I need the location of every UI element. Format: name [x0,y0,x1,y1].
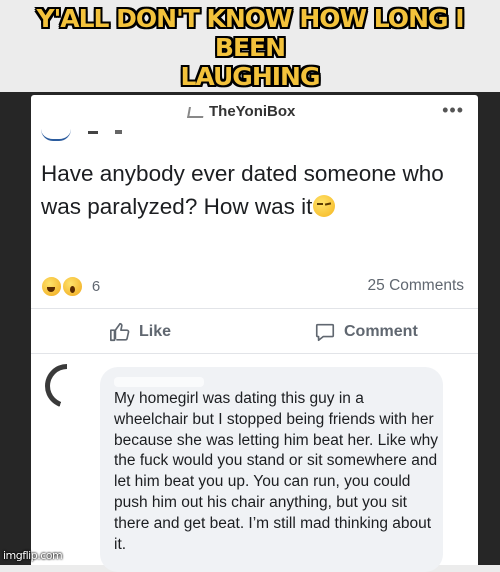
meme-caption: Y'ALL DON'T KNOW HOW LONG I BEEN LAUGHIN… [0,0,500,92]
like-label: Like [139,323,172,340]
reaction-summary[interactable]: 6 [41,276,100,298]
caption-line-2: LAUGHING [180,62,321,91]
wow-reaction-icon [62,276,84,297]
author-name-fragment [115,130,122,134]
post-header: TheYoniBox ••• [31,95,478,131]
author-name-fragment [41,129,71,141]
facebook-post-card: TheYoniBox ••• Have anybody ever dated s… [31,95,478,572]
reaction-count: 6 [91,278,101,295]
raised-eyebrow-emoji-icon [313,195,336,217]
page-name[interactable]: TheYoniBox [209,103,295,120]
watermark: imgflip.com [3,549,63,562]
comment-bubble: My homegirl was dating this guy in a whe… [100,367,443,572]
comment-button[interactable]: Comment [314,319,418,345]
page-logo-icon [187,107,205,118]
comments-count-link[interactable]: 25 Comments [368,277,464,295]
comment-text: My homegirl was dating this guy in a whe… [114,390,438,553]
divider [31,308,478,309]
thumbs-up-icon [110,322,130,342]
like-button[interactable]: Like [109,319,171,345]
commenter-name-redacted [114,377,204,387]
comment-label: Comment [344,323,418,340]
divider [31,353,478,354]
author-name-fragment [88,131,98,134]
caption-line-1: Y'ALL DON'T KNOW HOW LONG I BEEN [36,4,464,62]
commenter-avatar[interactable] [45,364,89,408]
comment-bubble-icon [315,323,335,342]
post-question: Have anybody ever dated someone who was … [41,157,461,223]
post-question-text: Have anybody ever dated someone who was … [41,161,444,219]
laughing-reaction-icon [41,276,62,297]
more-options-icon[interactable]: ••• [442,100,464,121]
